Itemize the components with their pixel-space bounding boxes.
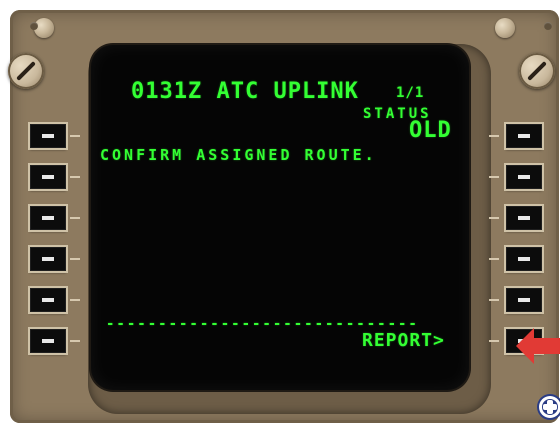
arrow-icon (516, 328, 560, 364)
lsk-tick (70, 135, 80, 137)
lsk-tick (489, 299, 499, 301)
uplink-message: CONFIRM ASSIGNED ROUTE. (100, 146, 377, 164)
line-select-key-r1[interactable] (506, 124, 542, 148)
lsk-tick (70, 258, 80, 260)
lsk-tick (70, 340, 80, 342)
lsk-tick (489, 217, 499, 219)
lsk-tick (489, 340, 499, 342)
cdu-display: 0131z ATC UPLINK 1/1 STATUS OLD CONFIRM … (91, 45, 469, 390)
line-select-key-l2[interactable] (30, 165, 66, 189)
zoom-icon[interactable] (539, 396, 560, 418)
line-select-key-r2[interactable] (506, 165, 542, 189)
line-select-key-l4[interactable] (30, 247, 66, 271)
lsk-tick (489, 135, 499, 137)
page-title: 0131z ATC UPLINK (131, 79, 359, 104)
lsk-tick (70, 176, 80, 178)
lsk-tick (70, 217, 80, 219)
line-select-key-l1[interactable] (30, 124, 66, 148)
line-select-key-r5[interactable] (506, 288, 542, 312)
page-number: 1/1 (396, 85, 425, 101)
lsk-tick (70, 299, 80, 301)
lsk-tick (489, 176, 499, 178)
line-select-key-r4[interactable] (506, 247, 542, 271)
lsk-tick (489, 258, 499, 260)
line-select-key-l5[interactable] (30, 288, 66, 312)
line-select-key-l6[interactable] (30, 329, 66, 353)
screw-icon (544, 22, 552, 30)
report-prompt[interactable]: REPORT> (362, 330, 445, 351)
screw-icon (30, 22, 38, 30)
line-select-key-l3[interactable] (30, 206, 66, 230)
status-value: OLD (409, 118, 452, 143)
screw-icon (8, 53, 44, 89)
screw-icon (519, 53, 555, 89)
screw-icon (495, 18, 515, 38)
line-select-key-r3[interactable] (506, 206, 542, 230)
